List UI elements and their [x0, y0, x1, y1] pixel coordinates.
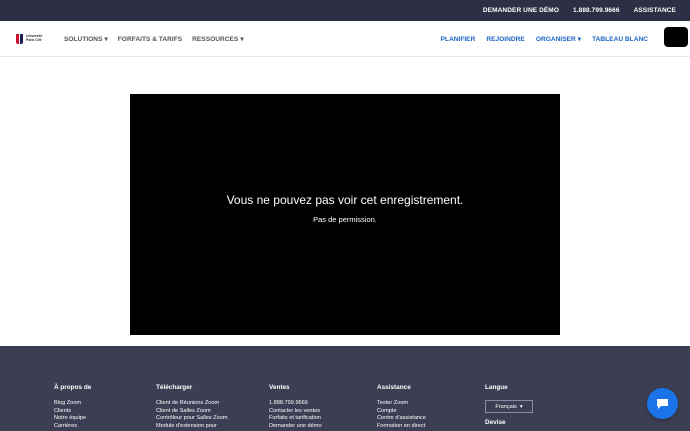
chevron-down-icon: ▾ [519, 403, 523, 410]
logo-text: Université Paris Cité [26, 34, 42, 43]
page-footer: À propos de Blog Zoom Clients Notre équi… [0, 346, 690, 431]
nav-schedule-label: PLANIFIER [440, 35, 476, 43]
nav-schedule[interactable]: PLANIFIER [441, 36, 476, 43]
nav-join[interactable]: REJOINDRE [486, 36, 524, 43]
chevron-down-icon: ▾ [104, 36, 108, 43]
support-link[interactable]: ASSISTANCE [634, 7, 676, 14]
nav-join-label: REJOINDRE [486, 35, 525, 43]
footer-heading-about: À propos de [54, 384, 92, 391]
nav-host-label: ORGANISER [535, 36, 576, 43]
request-demo-link[interactable]: DEMANDER UNE DÉMO [483, 7, 559, 14]
error-submessage: Pas de permission. [313, 215, 377, 224]
nav-plans-pricing-label: FORFAITS & TARIFS [117, 35, 183, 43]
footer-link[interactable]: Contacter les ventes [269, 408, 322, 416]
language-select[interactable]: Français ▾ [485, 400, 533, 413]
footer-heading-currency: Devise [485, 419, 506, 426]
footer-link[interactable]: Notre équipe [54, 415, 91, 423]
footer-link[interactable]: Centre d'assistance [377, 415, 426, 423]
footer-link[interactable]: Demander une démo [269, 423, 322, 431]
footer-link[interactable]: Blog Zoom [54, 400, 91, 408]
chevron-down-icon: ▾ [240, 36, 244, 43]
footer-link[interactable]: Clients [54, 408, 91, 416]
footer-heading-sales: Ventes [269, 384, 290, 391]
footer-link[interactable]: Formation en direct [377, 423, 426, 431]
footer-link[interactable]: Forfaits et tarification [269, 415, 322, 423]
footer-column-language: Langue Français ▾ Devise [485, 384, 533, 426]
home-logo[interactable]: Université Paris Cité [15, 32, 47, 46]
error-message: Vous ne pouvez pas voir cet enregistreme… [226, 193, 464, 207]
footer-heading-download: Télécharger [156, 384, 193, 391]
footer-link[interactable]: Client de Réunions Zoom [156, 400, 228, 408]
footer-link[interactable]: Tester Zoom [377, 400, 426, 408]
chat-bubble-icon [657, 398, 668, 409]
footer-link[interactable]: Module d'extension pour [156, 423, 228, 431]
nav-host[interactable]: ORGANISER ▾ [536, 35, 581, 43]
chevron-down-icon: ▾ [577, 36, 582, 43]
footer-link[interactable]: 1.888.799.9666 [269, 400, 322, 408]
language-selected-value: Français [495, 403, 517, 410]
nav-whiteboard-label: TABLEAU BLANC [592, 35, 648, 43]
footer-column-about: À propos de Blog Zoom Clients Notre équi… [54, 384, 91, 430]
footer-link[interactable]: Carrières [54, 423, 91, 431]
footer-heading-support: Assistance [377, 384, 411, 391]
nav-whiteboard[interactable]: TABLEAU BLANC [592, 36, 648, 43]
footer-link[interactable]: Client de Salles Zoom [156, 408, 228, 416]
chat-launcher-button[interactable] [647, 388, 678, 419]
nav-plans-pricing[interactable]: FORFAITS & TARIFS [118, 36, 182, 43]
logo-line-2: Paris Cité [26, 38, 42, 42]
university-logo-icon [16, 34, 23, 44]
nav-resources-label: RESSOURCES [192, 36, 239, 43]
footer-column-support: Assistance Tester Zoom Compte Centre d'a… [377, 384, 426, 430]
footer-link[interactable]: Compte [377, 408, 426, 416]
nav-resources[interactable]: RESSOURCES ▾ [192, 35, 243, 43]
recording-player: Vous ne pouvez pas voir cet enregistreme… [130, 94, 560, 335]
nav-left-menu: SOLUTIONS ▾ FORFAITS & TARIFS RESSOURCES ▾ [64, 21, 244, 57]
nav-solutions[interactable]: SOLUTIONS ▾ [64, 35, 108, 43]
phone-link[interactable]: 1.888.799.9666 [573, 7, 620, 14]
top-utility-bar: DEMANDER UNE DÉMO 1.888.799.9666 ASSISTA… [0, 0, 690, 21]
footer-column-sales: Ventes 1.888.799.9666 Contacter les vent… [269, 384, 322, 430]
footer-heading-language: Langue [485, 384, 508, 391]
footer-link[interactable]: Contrôleur pour Salles Zoom [156, 415, 228, 423]
main-navbar: Université Paris Cité SOLUTIONS ▾ FORFAIT… [0, 21, 690, 57]
nav-solutions-label: SOLUTIONS [64, 36, 103, 43]
nav-right-menu: PLANIFIER REJOINDRE ORGANISER ▾ TABLEAU B… [441, 21, 648, 57]
footer-column-download: Télécharger Client de Réunions Zoom Clie… [156, 384, 228, 430]
profile-avatar-button[interactable] [664, 27, 688, 47]
